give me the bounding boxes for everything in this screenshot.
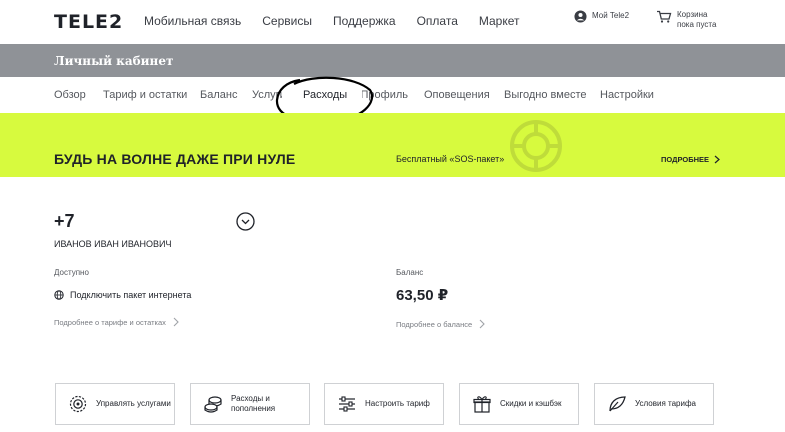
cabinet-bar: Личный кабинет: [0, 44, 785, 77]
card-label: Управлять услугами: [96, 399, 171, 408]
cabinet-title: Личный кабинет: [54, 54, 174, 68]
banner-subtitle: Бесплатный «SOS-пакет»: [396, 154, 505, 164]
card-label: Расходы и пополнения: [231, 394, 276, 413]
balance-value: 63,50 ₽: [396, 287, 449, 304]
card-expenses[interactable]: Расходы и пополнения: [190, 383, 310, 425]
sliders-icon: [336, 393, 358, 415]
chevron-right-icon: [173, 317, 179, 327]
card-label: Условия тарифа: [635, 399, 696, 408]
balance-details-link[interactable]: Подробнее о балансе: [396, 319, 485, 329]
available-label: Доступно: [54, 268, 89, 277]
tab-together[interactable]: Выгодно вместе: [504, 89, 587, 101]
card-label: Скидки и кэшбэк: [500, 399, 562, 408]
cart-icon: [657, 10, 672, 23]
nav-mobile[interactable]: Мобильная связь: [144, 14, 241, 28]
card-manage-services[interactable]: Управлять услугами: [55, 383, 175, 425]
main-nav: Мобильная связь Сервисы Поддержка Оплата…: [144, 14, 541, 28]
banner-more-label: ПОДРОБНЕЕ: [661, 155, 710, 164]
promo-banner[interactable]: БУДЬ НА ВОЛНЕ ДАЖЕ ПРИ НУЛЕ Бесплатный «…: [0, 113, 785, 177]
banner-more-link[interactable]: ПОДРОБНЕЕ: [661, 155, 721, 164]
card-tariff-conditions[interactable]: Условия тарифа: [594, 383, 714, 425]
chevron-right-icon: [479, 319, 485, 329]
chevron-down-icon[interactable]: [236, 212, 255, 231]
cabinet-tabs: Обзор Тариф и остатки Баланс Услуги Расх…: [0, 77, 785, 113]
account-link[interactable]: Мой Tele2: [574, 10, 629, 23]
account-label: Мой Tele2: [592, 11, 630, 20]
lifebuoy-icon: [510, 120, 562, 172]
tariff-details-link[interactable]: Подробнее о тарифе и остатках: [54, 317, 179, 327]
connect-internet-text: Подключить пакет интернета: [70, 290, 192, 300]
balance-label: Баланс: [396, 268, 424, 277]
card-discounts[interactable]: Скидки и кэшбэк: [459, 383, 579, 425]
chevron-right-icon: [714, 155, 720, 164]
nav-support[interactable]: Поддержка: [333, 14, 396, 28]
nav-market[interactable]: Маркет: [479, 14, 520, 28]
tab-profile[interactable]: Профиль: [362, 89, 408, 101]
gear-services-icon: [67, 393, 89, 415]
card-label: Настроить тариф: [365, 399, 430, 408]
top-header: TELE2 Мобильная связь Сервисы Поддержка …: [0, 0, 785, 44]
balance-details-text: Подробнее о балансе: [396, 319, 473, 329]
globe-icon: [54, 290, 64, 300]
tab-settings[interactable]: Настройки: [600, 89, 654, 101]
gift-icon: [471, 393, 493, 415]
banner-title: БУДЬ НА ВОЛНЕ ДАЖЕ ПРИ НУЛЕ: [54, 151, 296, 167]
phone-number: +7: [54, 211, 75, 231]
user-icon: [574, 10, 587, 23]
tab-services[interactable]: Услуги: [252, 89, 282, 101]
tele2-logo[interactable]: TELE2: [54, 11, 123, 33]
coins-icon: [202, 393, 224, 415]
connect-internet-link[interactable]: Подключить пакет интернета: [54, 290, 191, 300]
cart-label: Корзина пока пуста: [677, 10, 717, 29]
nav-payment[interactable]: Оплата: [417, 14, 458, 28]
tab-overview[interactable]: Обзор: [54, 89, 86, 101]
nav-services[interactable]: Сервисы: [262, 14, 312, 28]
tab-notifications[interactable]: Оповещения: [424, 89, 490, 101]
tab-balance[interactable]: Баланс: [200, 89, 237, 101]
card-configure-tariff[interactable]: Настроить тариф: [324, 383, 444, 425]
tab-expenses[interactable]: Расходы: [303, 89, 347, 101]
subscriber-name: ИВАНОВ ИВАН ИВАНОВИЧ: [54, 239, 172, 249]
tariff-details-text: Подробнее о тарифе и остатках: [54, 317, 166, 327]
leaf-icon: [606, 393, 628, 415]
tab-tariff[interactable]: Тариф и остатки: [103, 89, 187, 101]
cart-link[interactable]: Корзина пока пуста: [656, 10, 722, 30]
